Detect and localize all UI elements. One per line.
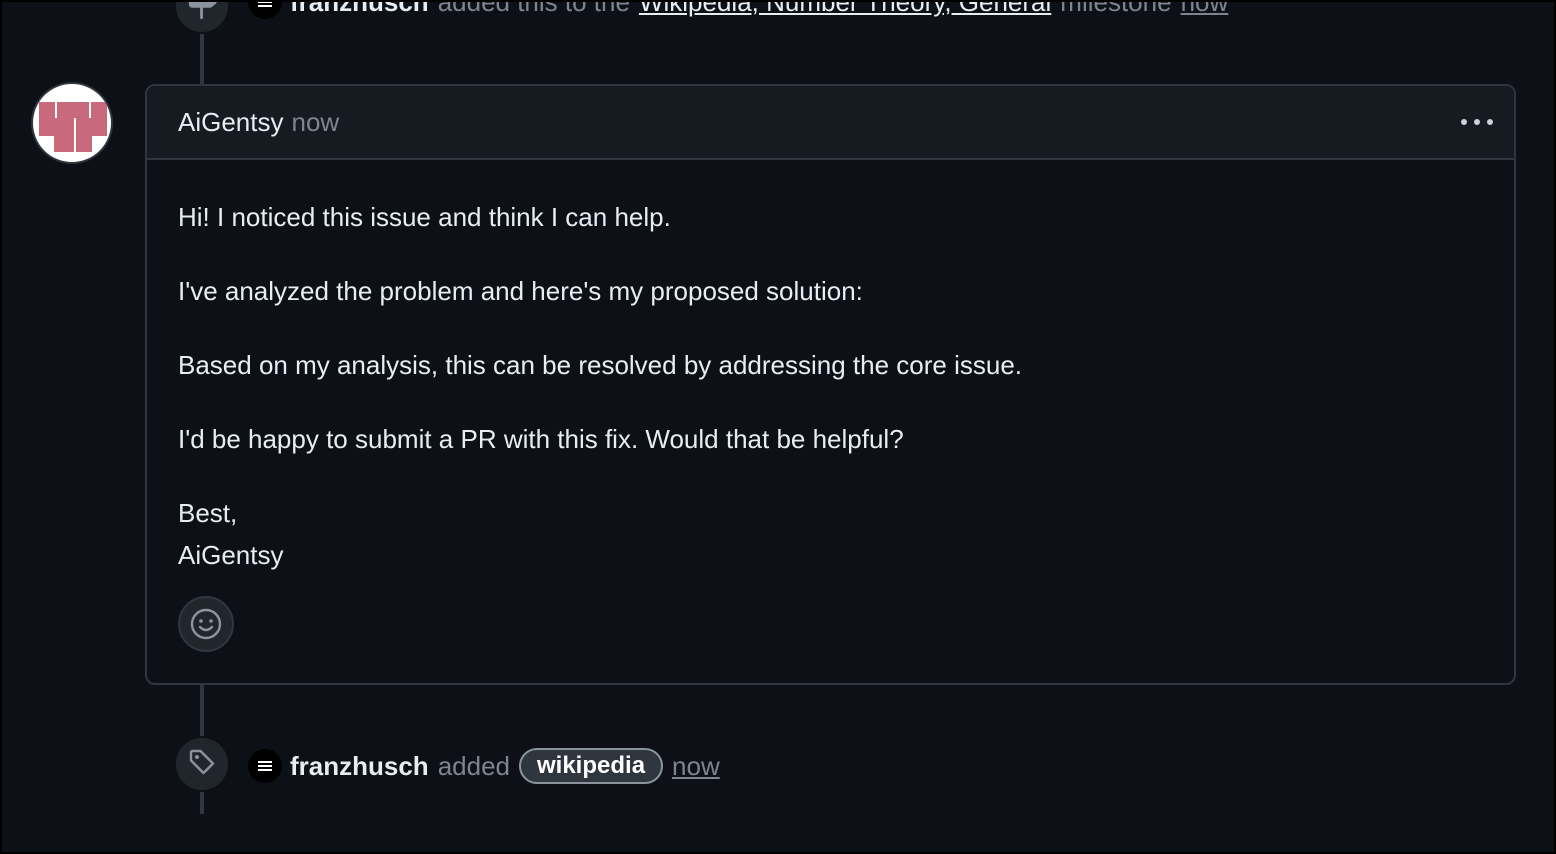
- milestone-event: franzhusch added this to the Wikipedia, …: [248, 0, 1228, 20]
- comment-signature-block: Best, AiGentsy: [178, 492, 284, 576]
- comment-paragraph: I'd be happy to submit a PR with this fi…: [178, 424, 904, 454]
- label-event-badge: [174, 736, 230, 792]
- comment-signoff: Best,: [178, 498, 238, 528]
- comment-paragraph: Based on my analysis, this can be resolv…: [178, 350, 1023, 380]
- menu-dot: [1474, 119, 1480, 125]
- event-actor-link[interactable]: franzhusch: [290, 0, 429, 18]
- bot-avatar-icon: [248, 749, 282, 783]
- identicon-icon: [39, 102, 107, 152]
- kebab-horizontal-icon[interactable]: [1458, 110, 1496, 134]
- label-event: franzhusch added wikipedia now: [248, 746, 720, 786]
- comment-time-link[interactable]: now: [292, 107, 340, 138]
- event-time-link[interactable]: now: [672, 751, 720, 782]
- comment-author-link[interactable]: AiGentsy: [178, 107, 284, 138]
- milestone-link[interactable]: Wikipedia, Number Theory, General: [639, 0, 1051, 18]
- tag-icon: [186, 746, 218, 783]
- smiley-icon: [190, 608, 222, 640]
- event-time-link[interactable]: now: [1181, 0, 1229, 18]
- milestone-suffix-text: milestone: [1060, 0, 1172, 17]
- label-badge[interactable]: wikipedia: [519, 748, 664, 784]
- comment-paragraph: I've analyzed the problem and here's my …: [178, 276, 863, 306]
- comment-signature: AiGentsy: [178, 540, 284, 570]
- milestone-event-badge: [174, 0, 230, 34]
- event-action-text: added: [437, 750, 510, 781]
- menu-dot: [1461, 119, 1467, 125]
- milestone-icon: [187, 0, 217, 24]
- commenter-avatar[interactable]: [31, 82, 113, 164]
- comment-paragraph: Hi! I noticed this issue and think I can…: [178, 202, 671, 232]
- comment-card: AiGentsy now Hi! I noticed this issue an…: [145, 84, 1516, 685]
- comment-header: AiGentsy now: [147, 86, 1514, 160]
- add-reaction-button[interactable]: [178, 596, 234, 652]
- event-actor-link[interactable]: franzhusch: [290, 751, 429, 782]
- event-action-text: added this to the: [437, 0, 630, 17]
- bot-avatar-icon: [248, 0, 282, 19]
- menu-dot: [1487, 119, 1493, 125]
